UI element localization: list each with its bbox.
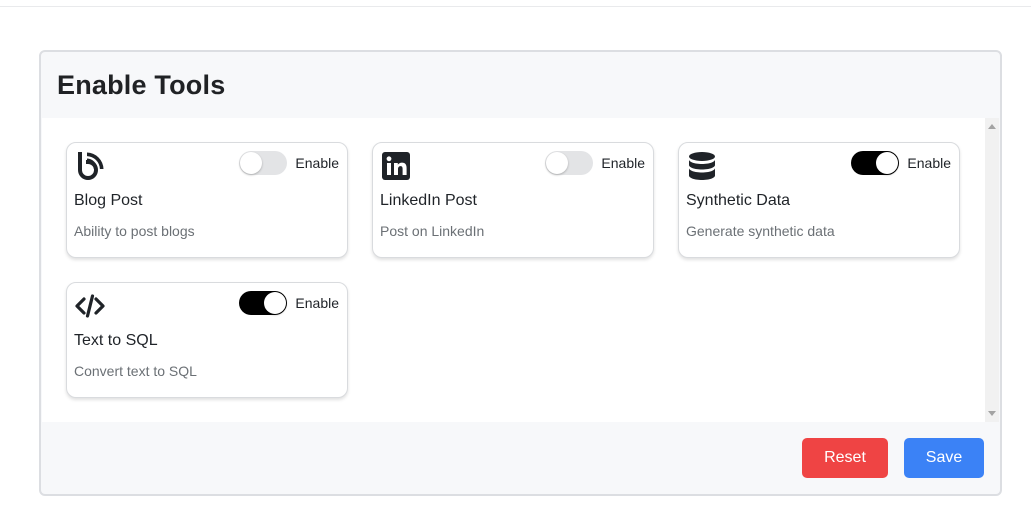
toggle-label: Enable — [295, 295, 339, 311]
tool-title: Synthetic Data — [686, 192, 791, 209]
tool-title: Text to SQL — [74, 332, 158, 349]
save-button[interactable]: Save — [904, 438, 984, 478]
scroll-down-arrow-icon[interactable] — [988, 411, 996, 416]
tool-title: LinkedIn Post — [380, 192, 477, 209]
tool-card-linkedin-post: Enable LinkedIn Post Post on LinkedIn — [372, 142, 654, 258]
scroll-up-arrow-icon[interactable] — [988, 124, 996, 129]
tool-description: Convert text to SQL — [74, 363, 197, 379]
toggle-knob — [876, 152, 899, 174]
tool-description: Ability to post blogs — [74, 223, 195, 239]
toggle-group: Enable — [239, 291, 339, 315]
toggle-knob — [264, 292, 287, 314]
top-divider — [0, 6, 1031, 7]
enable-tools-panel: Enable Tools Enable Blog Post Ability to… — [39, 50, 1002, 496]
toggle-label: Enable — [907, 155, 951, 171]
enable-toggle-text-to-sql[interactable] — [239, 291, 288, 315]
vertical-scrollbar[interactable] — [985, 118, 999, 422]
tool-card-blog-post: Enable Blog Post Ability to post blogs — [66, 142, 348, 258]
enable-toggle-blog-post[interactable] — [239, 151, 288, 175]
toggle-group: Enable — [545, 151, 645, 175]
enable-toggle-synthetic-data[interactable] — [851, 151, 900, 175]
tool-card-text-to-sql: Enable Text to SQL Convert text to SQL — [66, 282, 348, 398]
toggle-label: Enable — [295, 155, 339, 171]
blog-icon — [74, 150, 106, 182]
tool-description: Post on LinkedIn — [380, 223, 485, 239]
tools-list[interactable]: Enable Blog Post Ability to post blogs E… — [42, 118, 985, 422]
linkedin-icon — [380, 150, 412, 182]
panel-title: Enable Tools — [57, 70, 226, 100]
database-icon — [686, 150, 718, 182]
enable-toggle-linkedin-post[interactable] — [545, 151, 594, 175]
toggle-label: Enable — [601, 155, 645, 171]
reset-button[interactable]: Reset — [802, 438, 888, 478]
tool-title: Blog Post — [74, 192, 143, 209]
toggle-knob — [240, 152, 263, 174]
tool-description: Generate synthetic data — [686, 223, 835, 239]
toggle-knob — [546, 152, 569, 174]
tool-card-synthetic-data: Enable Synthetic Data Generate synthetic… — [678, 142, 960, 258]
code-icon — [74, 290, 106, 322]
toggle-group: Enable — [851, 151, 951, 175]
toggle-group: Enable — [239, 151, 339, 175]
